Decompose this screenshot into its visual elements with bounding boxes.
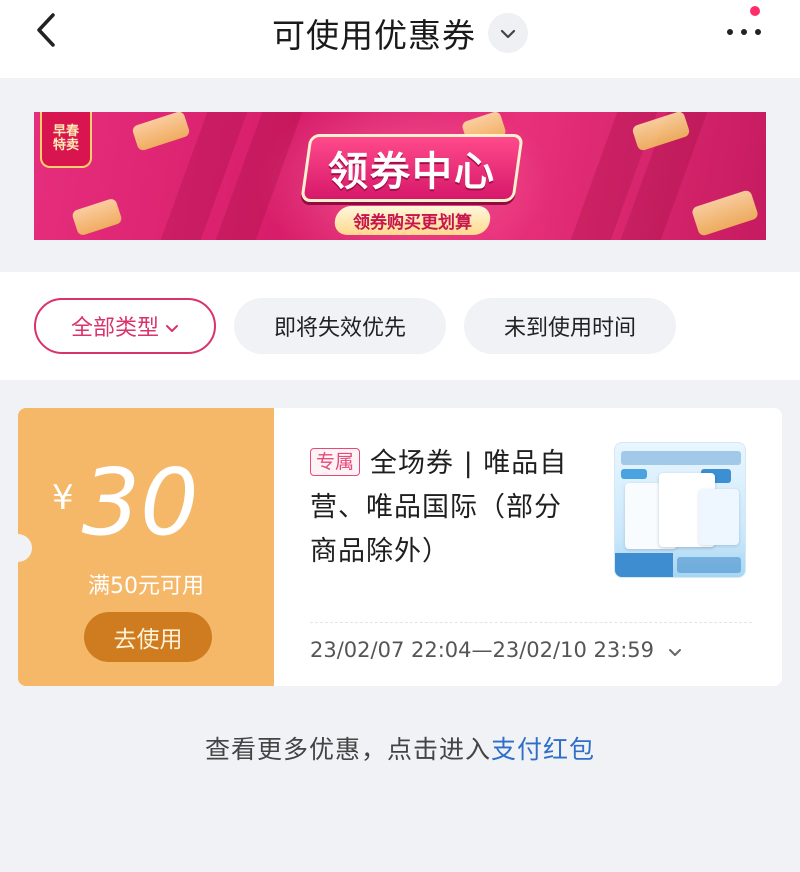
filter-expiring-first[interactable]: 即将失效优先 <box>234 298 446 354</box>
more-button[interactable] <box>716 16 772 48</box>
chevron-down-icon <box>165 314 179 339</box>
coupon-details: 专属 全场券 | 唯品自营、唯品国际（部分商品除外） 23/02/07 22:04… <box>274 408 782 686</box>
banner-title: 领券中心 <box>328 149 496 195</box>
more-offers-text: 查看更多优惠，点击进入 <box>204 735 491 764</box>
coupon-value-panel: ¥ 30 满50元可用 去使用 <box>4 408 282 686</box>
coupon-amount-value: 30 <box>81 449 199 556</box>
banner-headline: 领券中心 领券购买更划算 <box>296 134 528 235</box>
coupon-center-banner[interactable]: 早春特卖 领券中心 领券购买更划算 <box>34 112 766 240</box>
top-bar: 可使用优惠券 <box>0 0 800 78</box>
chevron-down-icon <box>668 638 682 662</box>
exclusive-tag: 专属 <box>310 448 361 476</box>
banner-section: 早春特卖 领券中心 领券购买更划算 <box>0 82 800 272</box>
coupon-card: ¥ 30 满50元可用 去使用 专属 全场券 | 唯品自营、唯品国际（部分商品除外… <box>4 408 782 686</box>
product-pack <box>699 489 739 545</box>
title-dropdown-button[interactable] <box>488 13 528 53</box>
dashed-divider <box>310 622 752 623</box>
coupon-list: ¥ 30 满50元可用 去使用 专属 全场券 | 唯品自营、唯品国际（部分商品除外… <box>0 380 800 872</box>
spring-sale-badge: 早春特卖 <box>40 112 92 168</box>
banner-subtitle: 领券购买更划算 <box>352 213 472 233</box>
use-coupon-button[interactable]: 去使用 <box>84 612 212 662</box>
filter-not-yet-valid[interactable]: 未到使用时间 <box>464 298 676 354</box>
coupon-condition: 满50元可用 <box>88 574 204 599</box>
coupon-amount: ¥ 30 <box>52 448 199 558</box>
notification-dot <box>750 6 760 16</box>
filter-all-types-label: 全部类型 <box>70 316 159 341</box>
page-title: 可使用优惠券 <box>272 16 476 55</box>
coupon-description: 专属 全场券 | 唯品自营、唯品国际（部分商品除外） <box>310 442 572 574</box>
spring-sale-badge-text: 早春特卖 <box>52 124 79 153</box>
coupon-notch <box>4 534 32 562</box>
product-banner-strip <box>621 451 741 465</box>
filter-bar: 全部类型 即将失效优先 未到使用时间 <box>0 272 800 380</box>
use-coupon-label: 去使用 <box>113 627 183 653</box>
more-offers-prompt: 查看更多优惠，点击进入支付红包 <box>0 730 800 766</box>
currency-symbol: ¥ <box>52 478 74 518</box>
filter-not-yet-valid-label: 未到使用时间 <box>503 316 636 341</box>
product-size-label <box>677 557 741 573</box>
diaper-product-image[interactable] <box>614 442 746 578</box>
product-label <box>615 553 673 577</box>
coin-decoration <box>131 112 191 152</box>
payment-red-packet-link[interactable]: 支付红包 <box>491 735 595 764</box>
filter-all-types[interactable]: 全部类型 <box>34 298 216 354</box>
more-dots-icon <box>727 29 733 35</box>
product-brand-mark <box>621 469 647 479</box>
filter-expiring-first-label: 即将失效优先 <box>273 316 406 341</box>
coin-decoration <box>71 197 123 237</box>
title-group: 可使用优惠券 <box>0 10 800 56</box>
banner-title-plate: 领券中心 <box>300 134 524 202</box>
validity-period: 23/02/07 22:04—23/02/10 23:59 <box>310 638 655 662</box>
more-dot <box>755 29 761 35</box>
coin-decoration <box>690 189 760 237</box>
more-dot <box>741 29 747 35</box>
chevron-down-icon <box>500 24 516 43</box>
validity-period-toggle[interactable]: 23/02/07 22:04—23/02/10 23:59 <box>310 638 682 662</box>
banner-subtitle-pill: 领券购买更划算 <box>332 206 492 235</box>
